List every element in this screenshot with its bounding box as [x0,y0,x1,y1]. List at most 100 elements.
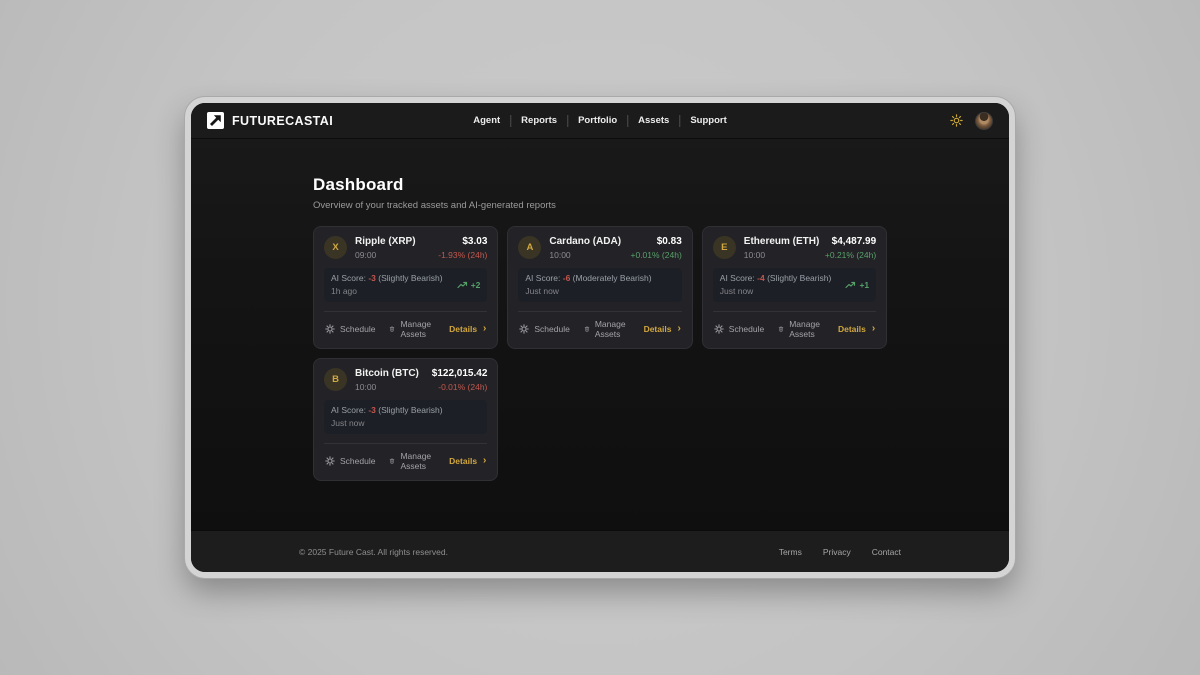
schedule-button[interactable]: Schedule [519,324,569,334]
nav-item-2[interactable]: Portfolio [567,115,627,127]
brand-logo-arrow-icon [207,112,224,129]
manage-assets-button[interactable]: Manage Assets [584,319,630,339]
nav-item-1[interactable]: Reports [510,115,567,127]
trash-icon [778,324,784,334]
nav-item-0[interactable]: Agent [463,115,510,127]
ai-sentiment: (Slightly Bearish) [378,273,442,283]
asset-price: $122,015.42 [432,368,488,379]
manage-assets-label: Manage Assets [400,319,435,339]
asset-card-0: X Ripple (XRP) 09:00 $3.03 -1.93% (24h) [313,226,498,349]
asset-time: 10:00 [744,250,820,260]
brand-name: FUTURECASTAI [232,114,333,128]
price-change: +0.01% (24h) [631,250,682,260]
trend-delta: +1 [859,280,869,290]
theme-toggle-button[interactable] [949,114,963,128]
schedule-button[interactable]: Schedule [325,456,375,466]
ai-score-value: -6 [563,273,571,283]
header-right [949,112,993,130]
asset-time: 10:00 [355,382,419,392]
nav-item-label: Assets [638,115,669,126]
main-content: Dashboard Overview of your tracked asset… [191,139,1009,530]
card-header: E Ethereum (ETH) 10:00 $4,487.99 +0.21% … [713,236,876,260]
main-nav: Agent Reports Portfolio Assets Support [463,103,736,138]
chevron-right-icon: › [483,324,486,334]
nav-item-3[interactable]: Assets [627,115,679,127]
nav-item-label: Support [690,115,726,126]
manage-assets-label: Manage Assets [595,319,630,339]
asset-symbol-icon: A [518,236,541,259]
manage-assets-label: Manage Assets [400,451,435,471]
manage-assets-button[interactable]: Manage Assets [778,319,824,339]
ai-sentiment: (Slightly Bearish) [767,273,831,283]
page-subtitle: Overview of your tracked assets and AI-g… [313,200,887,211]
card-actions: Schedule Manage Assets [324,311,487,348]
app-header: FUTURECASTAI Agent Reports Portfolio Ass… [191,103,1009,139]
asset-price: $4,487.99 [825,236,876,247]
schedule-label: Schedule [340,324,375,334]
ai-score-strip: AI Score: -6 (Moderately Bearish) Just n… [518,268,681,302]
nav-item-4[interactable]: Support [679,115,736,127]
details-button[interactable]: Details › [449,324,486,334]
ai-score-strip: AI Score: -3 (Slightly Bearish) Just now [324,400,487,434]
app-window: FUTURECASTAI Agent Reports Portfolio Ass… [185,97,1015,578]
user-avatar[interactable] [975,112,993,130]
footer-link-0[interactable]: Terms [779,547,802,557]
details-button[interactable]: Details › [644,324,681,334]
ai-score-strip: AI Score: -3 (Slightly Bearish) 1h ago [324,268,487,302]
card-header: A Cardano (ADA) 10:00 $0.83 +0.01% (24h) [518,236,681,260]
brand[interactable]: FUTURECASTAI [207,112,333,129]
asset-price: $3.03 [438,236,487,247]
card-header: B Bitcoin (BTC) 10:00 $122,015.42 -0.01%… [324,368,487,392]
app-footer: © 2025 Future Cast. All rights reserved.… [191,530,1009,572]
asset-time: 10:00 [549,250,621,260]
manage-assets-label: Manage Assets [789,319,824,339]
price-change: -0.01% (24h) [432,382,488,392]
page-title: Dashboard [313,175,887,195]
ai-sentiment: (Moderately Bearish) [573,273,652,283]
chevron-right-icon: › [677,324,680,334]
asset-name: Ethereum (ETH) [744,236,820,247]
asset-symbol-icon: B [324,368,347,391]
trend-delta: +2 [471,280,481,290]
footer-link-2[interactable]: Contact [872,547,901,557]
ai-score-label: AI Score: [331,273,366,283]
schedule-label: Schedule [729,324,764,334]
footer-link-1[interactable]: Privacy [823,547,851,557]
schedule-label: Schedule [534,324,569,334]
chevron-right-icon: › [872,324,875,334]
ai-score-value: -4 [757,273,765,283]
nav-item-label: Portfolio [578,115,617,126]
gear-icon [519,324,529,334]
details-label: Details [449,456,477,466]
updated-time: Just now [525,286,651,296]
manage-assets-button[interactable]: Manage Assets [389,319,435,339]
schedule-button[interactable]: Schedule [325,324,375,334]
schedule-button[interactable]: Schedule [714,324,764,334]
card-header: X Ripple (XRP) 09:00 $3.03 -1.93% (24h) [324,236,487,260]
schedule-label: Schedule [340,456,375,466]
asset-name: Bitcoin (BTC) [355,368,419,379]
details-label: Details [644,324,672,334]
gear-icon [714,324,724,334]
asset-name: Ripple (XRP) [355,236,416,247]
chevron-right-icon: › [483,456,486,466]
trash-icon [584,324,590,334]
asset-card-1: A Cardano (ADA) 10:00 $0.83 +0.01% (24h) [507,226,692,349]
asset-symbol-icon: E [713,236,736,259]
copyright-text: © 2025 Future Cast. All rights reserved. [299,547,448,557]
gear-icon [325,324,335,334]
card-actions: Schedule Manage Assets [713,311,876,348]
ai-sentiment: (Slightly Bearish) [378,405,442,415]
trash-icon [389,456,395,466]
details-button[interactable]: Details › [449,456,486,466]
trend-up-icon [845,281,856,289]
updated-time: Just now [331,418,443,428]
asset-card-3: B Bitcoin (BTC) 10:00 $122,015.42 -0.01%… [313,358,498,481]
asset-time: 09:00 [355,250,416,260]
price-change: +0.21% (24h) [825,250,876,260]
details-button[interactable]: Details › [838,324,875,334]
trash-icon [389,324,395,334]
gear-icon [325,456,335,466]
ai-score-label: AI Score: [525,273,560,283]
manage-assets-button[interactable]: Manage Assets [389,451,435,471]
